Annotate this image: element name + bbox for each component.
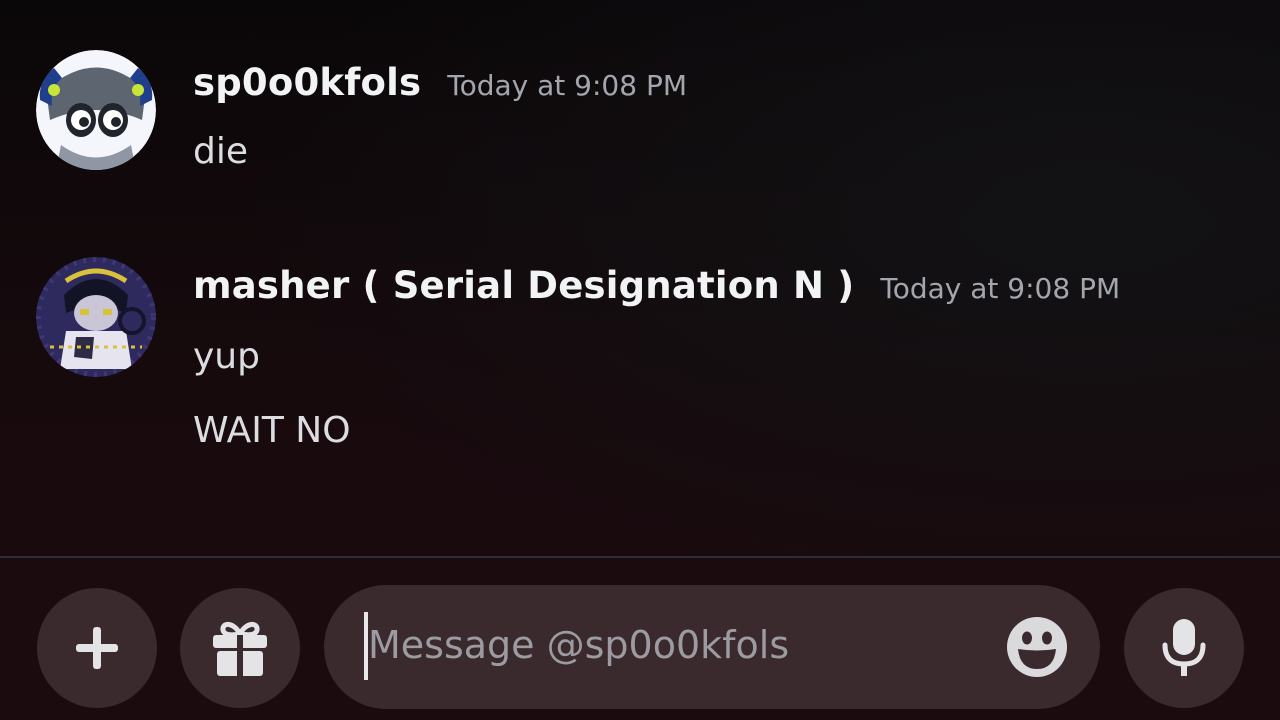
- emoji-button[interactable]: [1006, 616, 1068, 678]
- message-text: die: [193, 131, 249, 172]
- plus-icon: [76, 627, 118, 669]
- message-header: masher ( Serial Designation N ) Today at…: [193, 264, 1120, 307]
- message-input-placeholder: Message @sp0o0kfols: [368, 623, 790, 667]
- voice-message-button[interactable]: [1124, 588, 1244, 708]
- gift-button[interactable]: [180, 588, 300, 708]
- dm-chat-screen: sp0o0kfols Today at 9:08 PM die masher (…: [0, 0, 1280, 720]
- avatar-sp0o0kfols[interactable]: [36, 50, 156, 170]
- add-attachment-button[interactable]: [37, 588, 157, 708]
- message-text: WAIT NO: [193, 410, 351, 451]
- emoji-icon: [1007, 617, 1067, 677]
- username[interactable]: masher ( Serial Designation N ): [193, 264, 854, 307]
- avatar-image: [36, 50, 156, 170]
- message-list[interactable]: sp0o0kfols Today at 9:08 PM die masher (…: [0, 0, 1280, 556]
- timestamp: Today at 9:08 PM: [880, 272, 1121, 305]
- avatar-masher[interactable]: [36, 257, 156, 377]
- timestamp: Today at 9:08 PM: [447, 69, 687, 102]
- message-header: sp0o0kfols Today at 9:08 PM: [193, 61, 687, 104]
- username[interactable]: sp0o0kfols: [193, 61, 421, 104]
- microphone-icon: [1162, 619, 1206, 676]
- gift-icon: [213, 622, 267, 676]
- message-input[interactable]: Message @sp0o0kfols: [324, 585, 1100, 709]
- message-text: yup: [193, 336, 260, 377]
- avatar-image: [36, 257, 156, 377]
